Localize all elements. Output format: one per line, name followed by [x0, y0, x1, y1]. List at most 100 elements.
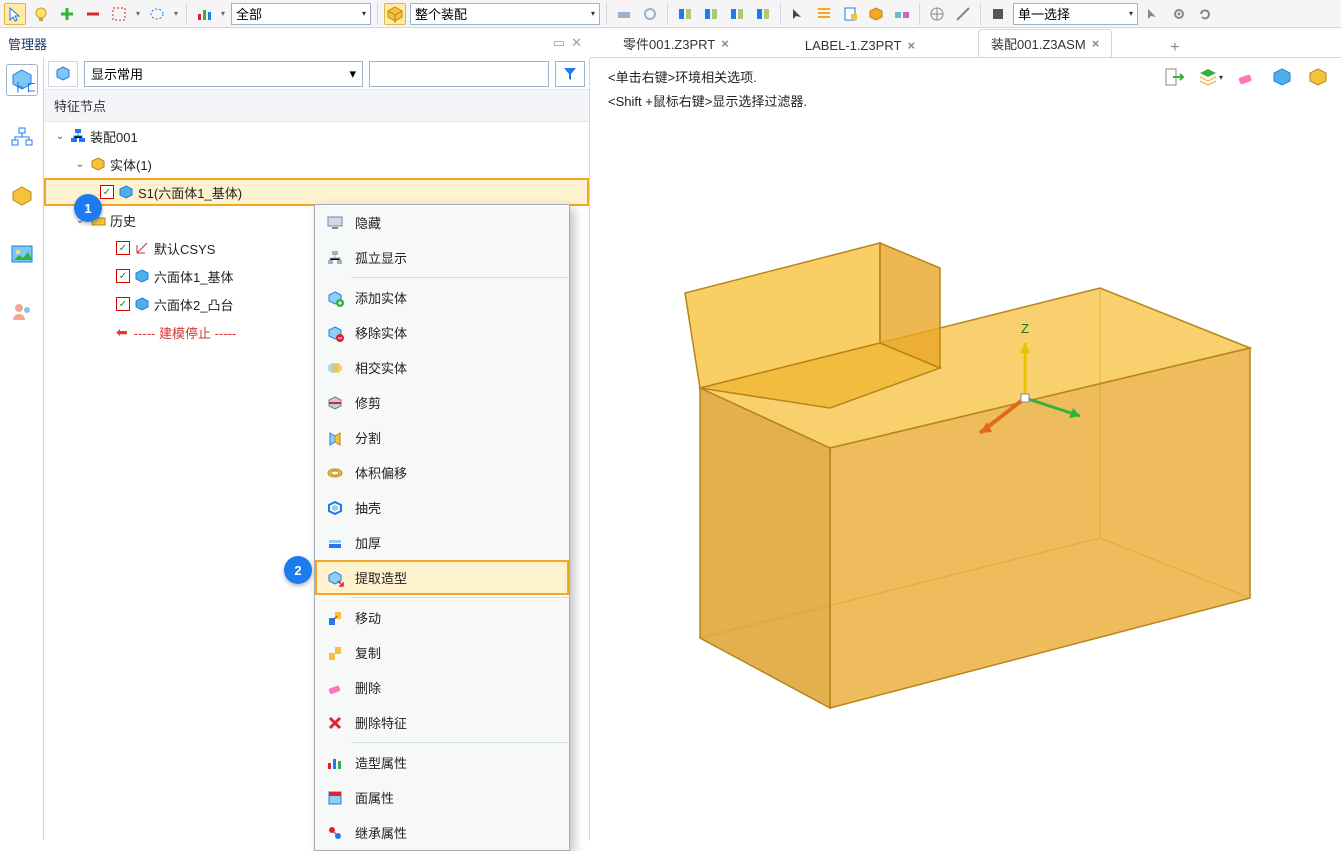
tool-b-icon[interactable] — [639, 3, 661, 25]
minus-icon[interactable] — [82, 3, 104, 25]
face-attr-icon — [325, 788, 345, 808]
main-toolbar: ▾ ▾ ▾ 全部▾ 整个装配▾ 单一选择▾ — [0, 0, 1341, 28]
tree-config-icon[interactable] — [48, 61, 78, 87]
cube-blue-icon[interactable] — [1269, 64, 1295, 90]
intersect-icon — [325, 358, 345, 378]
ctx-intersect[interactable]: 相交实体 — [315, 350, 569, 385]
viewport-tools: ▾ — [1161, 64, 1331, 90]
ctx-move[interactable]: 移动 — [315, 600, 569, 635]
chart-icon[interactable] — [193, 3, 215, 25]
dropdown-arrow-icon[interactable]: ▾ — [134, 3, 142, 25]
ctx-add-body[interactable]: 添加实体 — [315, 280, 569, 315]
bulb-icon[interactable] — [30, 3, 52, 25]
combo-text: 整个装配 — [415, 4, 467, 23]
ctx-remove-body[interactable]: 移除实体 — [315, 315, 569, 350]
tool-c3-icon[interactable] — [726, 3, 748, 25]
tab-label: LABEL-1.Z3PRT — [805, 38, 902, 53]
combo-text: 全部 — [236, 4, 262, 23]
filter1-combo[interactable]: 全部▾ — [231, 3, 371, 25]
ctx-inherit[interactable]: 继承属性 — [315, 815, 569, 850]
select-lasso-icon[interactable] — [146, 3, 168, 25]
doc-icon[interactable] — [839, 3, 861, 25]
select-box-icon[interactable] — [108, 3, 130, 25]
remove-body-icon — [325, 323, 345, 343]
refresh-icon[interactable] — [1194, 3, 1216, 25]
ctx-isolate[interactable]: 孤立显示 — [315, 240, 569, 275]
ctx-label: 孤立显示 — [355, 248, 407, 267]
user-tab-icon[interactable] — [6, 296, 38, 328]
cubes-icon[interactable] — [891, 3, 913, 25]
filter-icon[interactable] — [555, 61, 585, 87]
ctx-shell[interactable]: 抽壳 — [315, 490, 569, 525]
ctx-face-attr[interactable]: 面属性 — [315, 780, 569, 815]
gear-icon[interactable] — [1168, 3, 1190, 25]
hierarchy-tab-icon[interactable] — [6, 122, 38, 154]
cursor2-icon[interactable] — [787, 3, 809, 25]
hint-line: <单击右键>环境相关选项. — [608, 66, 807, 90]
cursor-icon[interactable] — [4, 3, 26, 25]
close-icon[interactable]: × — [721, 36, 729, 51]
tree-root-node[interactable]: ⌄ 装配001 — [44, 122, 589, 150]
tab-label1[interactable]: LABEL-1.Z3PRT × — [792, 33, 928, 57]
ctx-offset[interactable]: 体积偏移 — [315, 455, 569, 490]
ctx-split[interactable]: 分割 — [315, 420, 569, 455]
ctx-erase[interactable]: 删除 — [315, 670, 569, 705]
globe-icon[interactable] — [926, 3, 948, 25]
close-icon[interactable]: ✕ — [571, 35, 582, 51]
cube-gold-icon[interactable] — [1305, 64, 1331, 90]
tree-solids-group[interactable]: ⌄ 实体(1) — [44, 150, 589, 178]
tool-c1-icon[interactable] — [674, 3, 696, 25]
exit-icon[interactable] — [1161, 64, 1187, 90]
manager-side-tabs: トロ — [0, 58, 44, 840]
tab-part001[interactable]: 零件001.Z3PRT× — [610, 29, 742, 57]
tree-s1-node[interactable]: ✓ S1(六面体1_基体) — [44, 178, 589, 206]
ctx-label: 添加实体 — [355, 288, 407, 307]
select-mode-combo[interactable]: 单一选择▾ — [1013, 3, 1138, 25]
tab-asm001[interactable]: 装配001.Z3ASM× — [978, 29, 1112, 57]
expand-icon[interactable]: ⌄ — [74, 159, 86, 170]
tree-search-input[interactable] — [369, 61, 549, 87]
ctx-trim[interactable]: 修剪 — [315, 385, 569, 420]
expand-icon[interactable]: ⌄ — [54, 131, 66, 142]
layers-icon[interactable]: ▾ — [1197, 64, 1223, 90]
shell-icon — [325, 498, 345, 518]
ctx-delf[interactable]: 删除特征 — [315, 705, 569, 740]
checkbox-icon[interactable]: ✓ — [100, 185, 114, 199]
checkbox-icon[interactable]: ✓ — [116, 297, 130, 311]
close-icon[interactable]: × — [1092, 36, 1100, 51]
checkbox-icon[interactable]: ✓ — [116, 241, 130, 255]
dropdown-arrow-icon[interactable]: ▾ — [219, 3, 227, 25]
close-icon[interactable]: × — [907, 38, 915, 53]
cursor3-icon[interactable] — [1142, 3, 1164, 25]
ctx-copy[interactable]: 复制 — [315, 635, 569, 670]
minimize-icon[interactable]: ▭ — [553, 35, 565, 51]
filter2-combo[interactable]: 整个装配▾ — [410, 3, 600, 25]
tool-c2-icon[interactable] — [700, 3, 722, 25]
display-mode-combo[interactable]: 显示常用▾ — [84, 61, 363, 87]
image-tab-icon[interactable] — [6, 238, 38, 270]
eraser-icon[interactable] — [1233, 64, 1259, 90]
solids-tab-icon[interactable] — [6, 180, 38, 212]
ctx-thicken[interactable]: 加厚 — [315, 525, 569, 560]
node-label: 六面体1_基体 — [154, 267, 233, 286]
dropdown-arrow-icon[interactable]: ▾ — [172, 3, 180, 25]
3d-viewport[interactable]: <单击右键>环境相关选项. <Shift +鼠标右键>显示选择过滤器. ▾ — [590, 58, 1341, 840]
cube-orange-icon[interactable] — [865, 3, 887, 25]
assembly-cube-icon[interactable] — [384, 3, 406, 25]
plus-icon[interactable] — [56, 3, 78, 25]
ctx-shape-attr[interactable]: 造型属性 — [315, 745, 569, 780]
badge-text: 1 — [84, 201, 91, 216]
ctx-label: 分割 — [355, 428, 381, 447]
checkbox-icon[interactable]: ✓ — [116, 269, 130, 283]
new-tab-button[interactable]: + — [1162, 39, 1187, 57]
tool-a-icon[interactable] — [613, 3, 635, 25]
tool-c4-icon[interactable] — [752, 3, 774, 25]
monitor-icon — [325, 213, 345, 233]
ctx-monitor[interactable]: 隐藏 — [315, 205, 569, 240]
stop-icon[interactable] — [987, 3, 1009, 25]
list-icon[interactable] — [813, 3, 835, 25]
measure-icon[interactable] — [952, 3, 974, 25]
combo-text: 显示常用 — [91, 64, 143, 83]
tree-tab-icon[interactable]: トロ — [6, 64, 38, 96]
ctx-extract[interactable]: 提取造型 — [315, 560, 569, 595]
